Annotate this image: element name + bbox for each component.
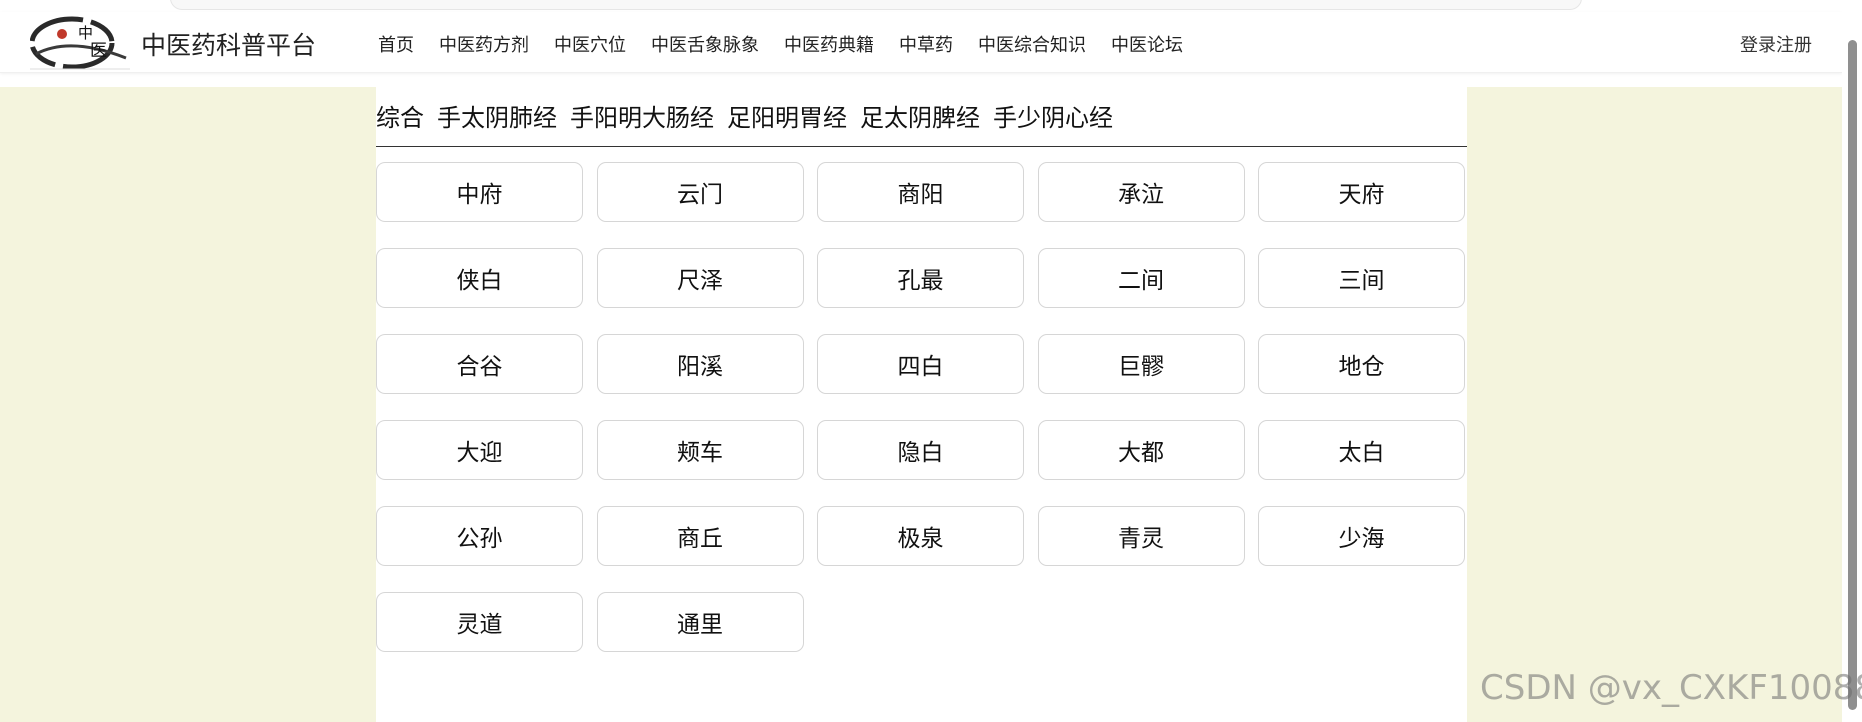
meridian-tabs: 综合 手太阴肺经 手阳明大肠经 足阳明胃经 足太阴脾经 手少阴心经 [376,98,1113,133]
site-logo[interactable]: 中 医 [29,16,132,70]
logo-ink-icon: 中 医 [29,16,130,70]
nav-item-knowledge[interactable]: 中医综合知识 [978,31,1086,57]
acupoint-button[interactable]: 中府 [376,162,583,222]
acupoint-button[interactable]: 大迎 [376,420,583,480]
acupoint-button[interactable]: 极泉 [817,506,1024,566]
acupoint-button[interactable]: 隐白 [817,420,1024,480]
acupoint-button[interactable]: 商丘 [596,506,804,566]
main-content: 综合 手太阴肺经 手阳明大肠经 足阳明胃经 足太阴脾经 手少阴心经 中府 云门 … [376,87,1467,722]
scrollbar-thumb[interactable] [1848,40,1857,710]
main-nav: 首页 中医药方剂 中医穴位 中医舌象脉象 中医药典籍 中草药 中医综合知识 中医… [378,31,1183,57]
nav-item-forum[interactable]: 中医论坛 [1111,31,1183,57]
acupoint-button[interactable]: 颊车 [596,420,804,480]
acupoint-button[interactable]: 大都 [1037,420,1245,480]
tabs-divider [376,146,1467,147]
nav-item-acupoints[interactable]: 中医穴位 [554,31,626,57]
site-title: 中医药科普平台 [141,31,317,60]
acupoint-button[interactable]: 灵道 [376,592,583,652]
acupoint-button[interactable]: 阳溪 [596,334,804,394]
acupoint-button[interactable]: 青灵 [1037,506,1245,566]
svg-text:中: 中 [78,24,93,42]
acupoint-button[interactable]: 少海 [1258,506,1465,566]
acupoint-button[interactable]: 通里 [596,592,804,652]
tab-lung-meridian[interactable]: 手太阴肺经 [437,98,557,133]
tab-spleen-meridian[interactable]: 足太阴脾经 [860,98,980,133]
acupoint-button[interactable]: 四白 [817,334,1024,394]
tab-large-intestine-meridian[interactable]: 手阳明大肠经 [570,98,714,133]
address-bar-edge [170,0,1582,10]
nav-item-home[interactable]: 首页 [378,31,414,57]
watermark-text: CSDN @vx_CXKF10088 [1480,668,1862,708]
tab-stomach-meridian[interactable]: 足阳明胃经 [727,98,847,133]
acupoint-button[interactable]: 巨髎 [1037,334,1245,394]
acupoint-button[interactable]: 二间 [1037,248,1245,308]
acupoint-button[interactable]: 尺泽 [596,248,804,308]
left-side-panel [0,87,376,722]
nav-item-tongue-pulse[interactable]: 中医舌象脉象 [651,31,759,57]
acupoint-button[interactable]: 孔最 [817,248,1024,308]
acupoint-button[interactable]: 天府 [1258,162,1465,222]
acupoint-button[interactable]: 云门 [596,162,804,222]
tab-all[interactable]: 综合 [376,98,424,133]
acupoint-grid: 中府 云门 商阳 承泣 天府 侠白 尺泽 孔最 二间 三间 合谷 阳溪 四白 巨… [376,162,1465,652]
acupoint-button[interactable]: 地仓 [1258,334,1465,394]
nav-item-formulas[interactable]: 中医药方剂 [439,31,529,57]
right-side-panel [1467,87,1842,722]
nav-item-herbs[interactable]: 中草药 [899,31,953,57]
acupoint-button[interactable]: 侠白 [376,248,583,308]
acupoint-button[interactable]: 商阳 [817,162,1024,222]
vertical-scrollbar[interactable] [1842,0,1862,722]
svg-text:医: 医 [90,41,107,61]
nav-item-classics[interactable]: 中医药典籍 [784,31,874,57]
acupoint-button[interactable]: 太白 [1258,420,1465,480]
acupoint-button[interactable]: 公孙 [376,506,583,566]
login-register-link[interactable]: 登录注册 [1740,31,1812,57]
top-navbar: 中 医 中医药科普平台 首页 中医药方剂 中医穴位 中医舌象脉象 中医药典籍 中… [0,12,1842,73]
acupoint-button[interactable]: 合谷 [376,334,583,394]
acupoint-button[interactable]: 三间 [1258,248,1465,308]
browser-top-strip [0,0,1862,12]
acupoint-button[interactable]: 承泣 [1037,162,1245,222]
tab-heart-meridian[interactable]: 手少阴心经 [993,98,1113,133]
